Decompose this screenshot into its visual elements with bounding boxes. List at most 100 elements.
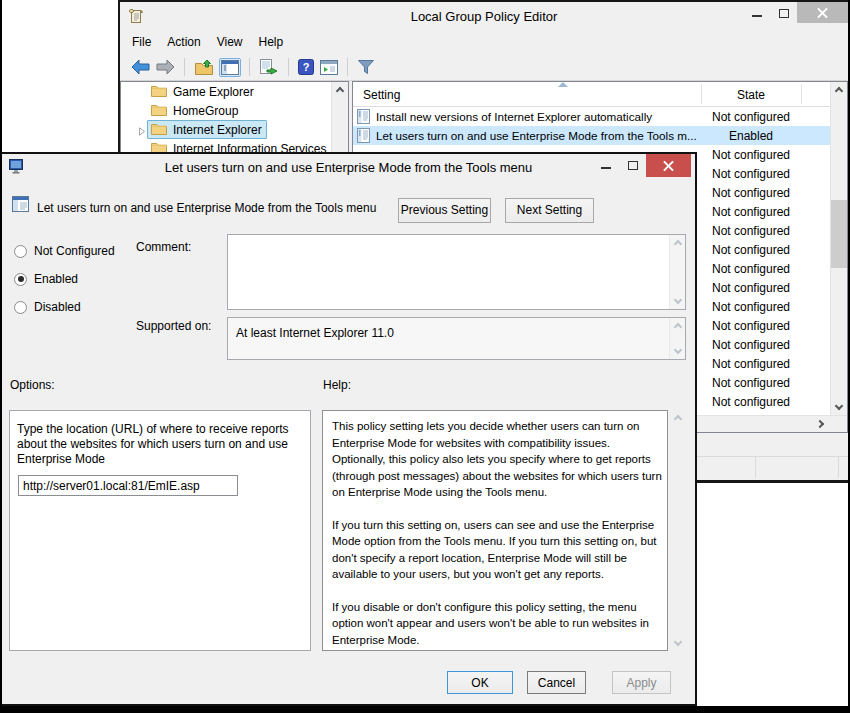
setting-state: Not configured [701, 262, 801, 276]
comment-scrollbar[interactable] [669, 235, 685, 309]
setting-state: Not configured [701, 167, 801, 181]
radio-label[interactable]: Not Configured [34, 244, 115, 258]
setting-state: Not configured [701, 281, 801, 295]
maximize-button[interactable] [770, 2, 797, 23]
folder-icon [151, 122, 167, 138]
gpedit-titlebar: Local Group Policy Editor [120, 2, 848, 30]
column-header-setting[interactable]: Setting [363, 88, 400, 102]
scroll-down-icon[interactable] [835, 402, 843, 410]
list-vertical-scrollbar[interactable] [830, 82, 847, 415]
scroll-up-icon[interactable] [674, 240, 682, 248]
tree-item[interactable]: Internet Explorer [121, 120, 348, 139]
report-url-input[interactable] [18, 475, 238, 496]
dialog-maximize-button[interactable] [619, 154, 646, 175]
setting-state: Not configured [701, 110, 801, 124]
dialog-close-button[interactable] [646, 154, 691, 177]
radio-label[interactable]: Enabled [34, 272, 78, 286]
dialog-minimize-button[interactable] [592, 154, 619, 175]
scrollbar-thumb[interactable] [831, 200, 847, 268]
policy-name: Let users turn on and use Enterprise Mod… [37, 201, 376, 215]
ok-button[interactable]: OK [447, 671, 513, 694]
radio-label[interactable]: Disabled [34, 300, 81, 314]
filter-icon[interactable] [357, 59, 375, 75]
screen-bottom-edge [0, 706, 850, 713]
scroll-up-icon[interactable] [674, 323, 682, 331]
comment-label: Comment: [136, 240, 191, 254]
screen-left-edge [0, 0, 2, 713]
show-console-tree-icon[interactable] [219, 58, 241, 77]
setting-state: Not configured [701, 357, 801, 371]
supported-on-value: At least Internet Explorer 11.0 [236, 326, 394, 340]
setting-state: Enabled [701, 129, 801, 143]
setting-state: Not configured [701, 243, 801, 257]
scroll-down-icon[interactable] [674, 296, 682, 304]
radio-circle-icon[interactable] [14, 301, 27, 314]
column-header-state[interactable]: State [701, 88, 801, 102]
export-list-icon[interactable] [259, 59, 279, 75]
radio-enabled[interactable]: Enabled [14, 272, 78, 286]
options-panel: Type the location (URL) of where to rece… [9, 410, 311, 651]
help-paragraph: If you turn this setting on, users can s… [332, 517, 665, 583]
forward-icon[interactable] [156, 59, 175, 75]
setting-state: Not configured [701, 319, 801, 333]
apply-button[interactable]: Apply [612, 671, 671, 694]
sort-ascending-icon [558, 82, 568, 87]
setting-name[interactable]: Install new versions of Internet Explore… [376, 110, 718, 123]
setting-name[interactable]: Let users turn on and use Enterprise Mod… [376, 129, 718, 142]
help-paragraph: This policy setting lets you decide whet… [332, 418, 665, 501]
scroll-up-icon[interactable] [674, 415, 682, 423]
setting-state: Not configured [701, 338, 801, 352]
window-title: Local Group Policy Editor [120, 9, 848, 24]
menu-help[interactable]: Help [251, 31, 292, 53]
previous-setting-button[interactable]: Previous Setting [398, 198, 491, 223]
setting-state: Not configured [701, 148, 801, 162]
radio-not-configured[interactable]: Not Configured [14, 244, 115, 258]
tree-item-label[interactable]: Game Explorer [173, 85, 254, 99]
help-paragraph: If you disable or don't configure this p… [332, 599, 665, 649]
scroll-right-icon[interactable] [816, 420, 824, 428]
toolbar: ? [120, 54, 848, 81]
folder-icon [151, 103, 167, 119]
up-one-level-icon[interactable] [194, 59, 214, 76]
radio-circle-icon[interactable] [14, 273, 27, 286]
radio-circle-icon[interactable] [14, 245, 27, 258]
scroll-down-icon[interactable] [674, 346, 682, 354]
close-button[interactable] [797, 2, 848, 23]
comment-textarea[interactable] [227, 234, 686, 310]
scroll-down-icon[interactable] [674, 638, 682, 646]
svg-text:?: ? [303, 61, 310, 73]
setting-state: Not configured [701, 376, 801, 390]
supported-scrollbar[interactable] [669, 318, 685, 359]
expand-icon[interactable] [138, 125, 146, 139]
radio-disabled[interactable]: Disabled [14, 300, 81, 314]
menu-view[interactable]: View [209, 31, 251, 53]
tree-item-label[interactable]: Internet Explorer [173, 123, 262, 137]
show-extended-pane-icon[interactable] [320, 60, 338, 75]
options-description: Type the location (URL) of where to rece… [17, 422, 305, 467]
menu-bar: File Action View Help [120, 30, 848, 54]
scroll-up-icon[interactable] [336, 87, 344, 95]
setting-row[interactable]: Install new versions of Internet Explore… [353, 107, 830, 126]
supported-on-box: At least Internet Explorer 11.0 [227, 317, 686, 360]
setting-row[interactable]: Let users turn on and use Enterprise Mod… [353, 126, 830, 145]
cancel-button[interactable]: Cancel [527, 671, 586, 694]
menu-action[interactable]: Action [159, 31, 208, 53]
minimize-button[interactable] [743, 2, 770, 23]
setting-state: Not configured [701, 224, 801, 238]
help-scrollbar[interactable] [670, 410, 687, 651]
menu-file[interactable]: File [124, 31, 159, 53]
scroll-up-icon[interactable] [835, 87, 843, 95]
folder-icon [151, 84, 167, 100]
next-setting-button[interactable]: Next Setting [505, 198, 594, 223]
tree-item[interactable]: HomeGroup [121, 101, 348, 120]
setting-state: Not configured [701, 395, 801, 409]
policy-setting-dialog: Let users turn on and use Enterprise Mod… [0, 152, 697, 706]
dialog-titlebar: Let users turn on and use Enterprise Mod… [2, 154, 695, 180]
help-icon[interactable]: ? [298, 59, 314, 75]
policy-icon [12, 196, 30, 216]
help-text: This policy setting lets you decide whet… [332, 418, 665, 664]
setting-state: Not configured [701, 300, 801, 314]
back-icon[interactable] [131, 59, 150, 75]
tree-item-label[interactable]: HomeGroup [173, 104, 238, 118]
tree-item[interactable]: Game Explorer [121, 82, 348, 101]
